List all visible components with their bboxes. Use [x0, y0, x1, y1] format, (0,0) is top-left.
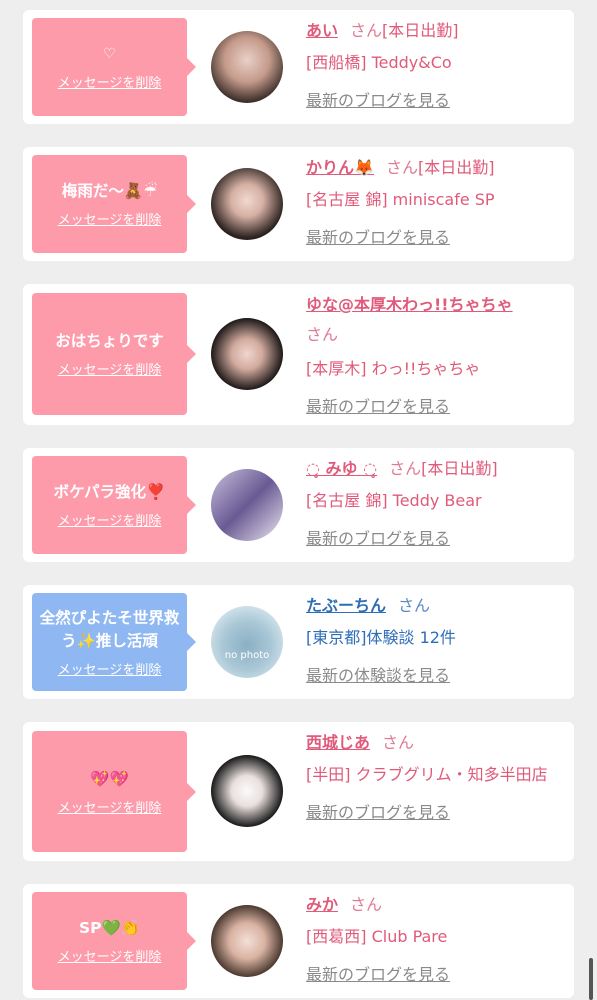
no-photo-label: no photo [224, 650, 270, 661]
girl-name-link[interactable]: かりん🦊 [306, 158, 374, 177]
status-badge: [本日出勤] [421, 459, 498, 478]
honorific: さん [389, 459, 422, 478]
message-text: ボケパラ強化❣️ [53, 483, 166, 501]
girl-name-link[interactable]: みか [306, 895, 338, 914]
blog-link[interactable]: 最新のブログを見る [306, 524, 566, 554]
shop-name: [西船橋] Teddy&Co [306, 53, 452, 72]
delete-message-link[interactable]: メッセージを削除 [58, 359, 162, 378]
delete-message-link[interactable]: メッセージを削除 [58, 797, 162, 816]
avatar[interactable] [211, 168, 283, 240]
delete-message-link[interactable]: メッセージを削除 [58, 659, 162, 678]
avatar[interactable] [211, 469, 283, 541]
girl-name-link[interactable]: ◌̥ みゆ ◌̥ [306, 459, 377, 478]
delete-message-link[interactable]: メッセージを削除 [58, 209, 162, 228]
list-item: ♡ メッセージを削除 あい さん[本日出勤] [西船橋] Teddy&Co 最新の… [23, 10, 574, 124]
blog-link[interactable]: 最新のブログを見る [306, 392, 566, 422]
message-text: おはちょりです [55, 332, 164, 350]
review-link[interactable]: 最新の体験談を見る [306, 661, 566, 691]
message-bubble: 梅雨だ〜🧸☔ メッセージを削除 [32, 155, 196, 253]
message-bubble: おはちょりです メッセージを削除 [32, 293, 196, 415]
shop-name: [名古屋 錦] miniscafe SP [306, 190, 495, 209]
list-item: 梅雨だ〜🧸☔ メッセージを削除 かりん🦊 さん[本日出勤] [名古屋 錦] min… [23, 147, 574, 261]
honorific: さん [398, 596, 431, 615]
blog-link[interactable]: 最新のブログを見る [306, 960, 566, 990]
avatar[interactable] [211, 318, 283, 390]
honorific: さん [350, 21, 383, 40]
avatar[interactable] [211, 755, 283, 827]
blog-link[interactable]: 最新のブログを見る [306, 223, 566, 253]
list-item: 全然ぴよたそ世界救う✨推し活頑 メッセージを削除 no photo たぶーちんさ… [23, 585, 574, 699]
message-bubble: 全然ぴよたそ世界救う✨推し活頑 メッセージを削除 [32, 593, 196, 691]
message-text: 全然ぴよたそ世界救う✨推し活頑 [39, 608, 180, 650]
message-bubble: ♡ メッセージを削除 [32, 18, 196, 116]
message-bubble: SP💚👏 メッセージを削除 [32, 892, 196, 990]
honorific: さん [306, 325, 339, 344]
message-text: SP💚👏 [78, 919, 141, 937]
message-text: 💖💖 [90, 769, 129, 788]
delete-message-link[interactable]: メッセージを削除 [58, 946, 162, 965]
girl-name-link[interactable]: あい [306, 21, 338, 40]
blog-link[interactable]: 最新のブログを見る [306, 86, 566, 116]
shop-name: [名古屋 錦] Teddy Bear [306, 491, 482, 510]
scrollbar[interactable] [589, 958, 593, 1000]
message-bubble: ボケパラ強化❣️ メッセージを削除 [32, 456, 196, 554]
review-count: [東京都]体験談 12件 [306, 628, 456, 647]
girl-name-link[interactable]: ゆな@本厚木わっ!!ちゃちゃ [306, 295, 513, 314]
avatar[interactable] [211, 31, 283, 103]
honorific: さん [382, 733, 415, 752]
honorific: さん [350, 895, 383, 914]
honorific: さん [385, 158, 418, 177]
list-item: ボケパラ強化❣️ メッセージを削除 ◌̥ みゆ ◌̥ さん[本日出勤] [名古屋 … [23, 448, 574, 562]
status-badge: [本日出勤] [382, 21, 459, 40]
delete-message-link[interactable]: メッセージを削除 [58, 72, 162, 91]
status-badge: [本日出勤] [417, 158, 495, 177]
message-bubble: 💖💖 メッセージを削除 [32, 731, 196, 852]
user-name-link[interactable]: たぶーちん [306, 596, 386, 615]
blog-link[interactable]: 最新のブログを見る [306, 798, 566, 828]
shop-name: [本厚木] わっ!!ちゃちゃ [306, 359, 481, 378]
shop-name: [半田] クラブグリム・知多半田店 [306, 765, 548, 784]
shop-name: [西葛西] Club Pare [306, 927, 448, 946]
list-item: 💖💖 メッセージを削除 西城じあ さん [半田] クラブグリム・知多半田店 最新の… [23, 722, 574, 861]
girl-name-link[interactable]: 西城じあ [306, 733, 370, 752]
message-text: ♡ [103, 46, 116, 62]
avatar[interactable] [211, 905, 283, 977]
delete-message-link[interactable]: メッセージを削除 [58, 510, 162, 529]
list-item: SP💚👏 メッセージを削除 みか さん [西葛西] Club Pare 最新のブロ… [23, 884, 574, 998]
avatar[interactable]: no photo [211, 606, 283, 678]
list-item: おはちょりです メッセージを削除 ゆな@本厚木わっ!!ちゃちゃ さん [本厚木]… [23, 284, 574, 425]
message-text: 梅雨だ〜🧸☔ [61, 182, 158, 200]
